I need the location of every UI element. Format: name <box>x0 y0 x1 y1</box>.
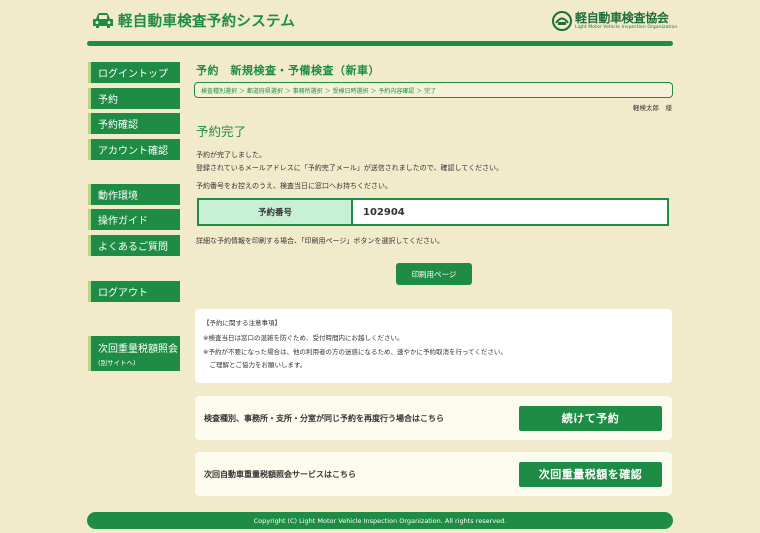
email-sent-message: 登録されているメールアドレスに「予約完了メール」が送信されましたので、確認してく… <box>196 164 504 172</box>
org-logo-icon <box>552 11 572 31</box>
sidebar-item-tax-inquiry[interactable]: 次回重量税額照会 (別サイトへ) <box>88 336 180 371</box>
continue-reservation-panel: 検査種別、事務所・支所・分室が同じ予約を再度行う場合はこちら 続けて予約 <box>195 396 672 440</box>
section-title: 予約完了 <box>196 124 247 139</box>
sidebar-item-logout[interactable]: ログアウト <box>88 281 180 302</box>
user-name: 軽検太郎 様 <box>633 104 672 112</box>
tax-inquiry-text: 次回自動車重量税額照会サービスはこちら <box>204 469 356 479</box>
breadcrumb-text: 検査種別選択 ＞ 都道府県選択 ＞ 事務所選択 ＞ 受検日時選択 ＞ 予約内容確… <box>201 87 437 95</box>
sidebar-item-label: 操作ガイド <box>98 216 148 227</box>
site-title: 軽自動車検査予約システム <box>118 14 296 30</box>
continue-reservation-text: 検査種別、事務所・支所・分室が同じ予約を再度行う場合はこちら <box>204 413 444 423</box>
copyright-text: Copyright (C) Light Motor Vehicle Inspec… <box>253 516 507 525</box>
sidebar-item-faq[interactable]: よくあるご質問 <box>88 235 180 256</box>
reservation-number-value: 102904 <box>363 206 405 218</box>
sidebar-item-label: よくあるご質問 <box>98 242 168 253</box>
sidebar-item-label: アカウント確認 <box>98 146 168 157</box>
note-item: ※検査当日は窓口の混雑を防ぐため、受付時間内にお越しください。 <box>203 333 404 342</box>
sidebar-item-label: 予約 <box>98 95 118 106</box>
notes-heading: 【予約に関する注意事項】 <box>203 319 281 327</box>
car-icon <box>93 12 113 28</box>
org-name-en: Light Motor Vehicle Inspection Organizat… <box>575 24 678 30</box>
breadcrumb: 検査種別選択 ＞ 都道府県選択 ＞ 事務所選択 ＞ 受検日時選択 ＞ 予約内容確… <box>194 82 673 98</box>
reservation-number-note: 予約番号をお控えのうえ、検査当日に窓口へお持ちください。 <box>196 182 392 190</box>
org-name-jp: 軽自動車検査協会 <box>575 10 669 25</box>
sidebar-item-label: ログイントップ <box>98 69 168 80</box>
sidebar-item-environment[interactable]: 動作環境 <box>88 184 180 205</box>
sidebar-item-label: ログアウト <box>98 288 148 299</box>
note-item: ※予約が不要になった場合は、他の利用者の方の迷惑になるため、速やかに予約取消を行… <box>203 348 507 356</box>
check-tax-button[interactable]: 次回重量税額を確認 <box>519 461 662 487</box>
site-header: 軽自動車検査予約システム <box>92 10 295 31</box>
sidebar-item-account-check[interactable]: アカウント確認 <box>88 139 180 160</box>
print-page-button[interactable]: 印刷用ページ <box>396 263 472 285</box>
external-site-note: (別サイトへ) <box>98 359 136 367</box>
reservation-number-table: 予約番号 102904 <box>197 198 669 226</box>
sidebar-item-login-top[interactable]: ログイントップ <box>88 62 180 83</box>
note-item: ご理解とご協力をお願いします。 <box>203 360 307 369</box>
sidebar-item-label: 予約確認 <box>98 120 138 131</box>
footer: Copyright (C) Light Motor Vehicle Inspec… <box>87 512 673 529</box>
sidebar-item-label: 次回重量税額照会 <box>98 344 178 355</box>
sidebar-item-reservation-check[interactable]: 予約確認 <box>88 113 180 134</box>
header-divider <box>87 41 673 46</box>
page-title: 予約 新規検査・予備検査（新車） <box>196 64 380 77</box>
print-instruction: 詳細な予約情報を印刷する場合、「印刷用ページ」ボタンを選択してください。 <box>196 237 444 245</box>
reservation-number-label: 予約番号 <box>199 200 353 224</box>
sidebar-item-label: 動作環境 <box>98 191 138 202</box>
completion-message: 予約が完了しました。 <box>196 151 266 159</box>
continue-reservation-button[interactable]: 続けて予約 <box>519 405 662 431</box>
tax-inquiry-panel: 次回自動車重量税額照会サービスはこちら 次回重量税額を確認 <box>195 452 672 496</box>
sidebar-item-reservation[interactable]: 予約 <box>88 88 180 109</box>
org-logo[interactable]: 軽自動車検査協会 Light Motor Vehicle Inspection … <box>552 11 677 31</box>
sidebar-item-guide[interactable]: 操作ガイド <box>88 209 180 230</box>
reservation-notes: 【予約に関する注意事項】 ※検査当日は窓口の混雑を防ぐため、受付時間内にお越しく… <box>195 309 672 383</box>
